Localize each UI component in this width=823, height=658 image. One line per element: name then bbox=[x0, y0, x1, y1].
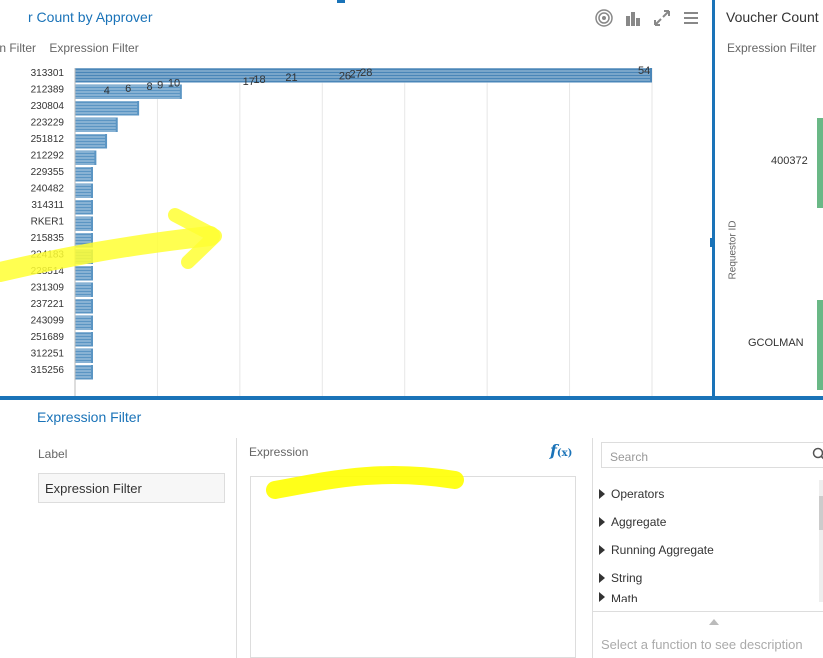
expand-arrow-icon bbox=[599, 489, 605, 499]
category-label: 312251 bbox=[31, 349, 65, 360]
category-label: 229355 bbox=[31, 167, 65, 178]
data-label: 4 bbox=[104, 85, 110, 97]
category-label: 224183 bbox=[31, 250, 65, 261]
expand-icon[interactable] bbox=[652, 8, 671, 27]
right-chart-panel: Voucher Count Expression Filter Requesto… bbox=[715, 0, 823, 396]
function-description: Select a function to see description bbox=[601, 637, 803, 652]
category-label: 212292 bbox=[31, 151, 65, 162]
expand-arrow-icon bbox=[599, 517, 605, 527]
chart-filter-tabs: ion Filter Expression Filter bbox=[0, 41, 149, 55]
data-label: 18 bbox=[253, 74, 265, 86]
label-input[interactable]: Expression Filter bbox=[38, 473, 225, 503]
function-list: Operators Aggregate Running Aggregate St… bbox=[599, 480, 714, 602]
right-chart-title: Voucher Count bbox=[726, 9, 819, 25]
function-category-math[interactable]: Math bbox=[599, 592, 714, 602]
editor-title: Expression Filter bbox=[37, 409, 142, 425]
data-label: 54 bbox=[638, 65, 650, 77]
function-category-operators[interactable]: Operators bbox=[599, 480, 714, 508]
expression-heading: Expression bbox=[249, 445, 309, 459]
bar-chart-icon[interactable] bbox=[623, 8, 642, 27]
chart-panel: r Count by Approver ion Filter Expressio… bbox=[0, 0, 712, 396]
data-label: 10 bbox=[168, 78, 180, 90]
category-label: 251812 bbox=[31, 134, 65, 145]
category-label: 228514 bbox=[31, 266, 65, 277]
description-divider bbox=[593, 611, 823, 612]
tab-expression-filter[interactable]: Expression Filter bbox=[49, 41, 138, 55]
category-label: 243099 bbox=[31, 316, 65, 327]
chart-toolbar bbox=[594, 8, 700, 27]
category-label: 315256 bbox=[31, 365, 65, 376]
category-label: 223229 bbox=[31, 118, 65, 129]
expand-arrow-icon bbox=[599, 573, 605, 583]
data-label: 6 bbox=[125, 83, 131, 95]
right-category-label: GCOLMAN bbox=[748, 337, 804, 349]
data-label: 9 bbox=[157, 79, 163, 91]
category-label: 237221 bbox=[31, 299, 65, 310]
right-category-label: 400372 bbox=[771, 155, 808, 167]
bar-chart: 313301 212389 230804 223229 251812 212292 2293… bbox=[31, 65, 653, 396]
category-label: 314311 bbox=[31, 200, 64, 211]
category-label: 251689 bbox=[31, 332, 65, 343]
category-label: 231309 bbox=[31, 283, 65, 294]
function-category-aggregate[interactable]: Aggregate bbox=[599, 508, 714, 536]
right-chart-bar[interactable] bbox=[817, 118, 823, 208]
function-panel: Search Operators Aggregate Running Aggre… bbox=[592, 438, 823, 658]
requestor-axis-label: Requestor ID bbox=[727, 220, 739, 280]
label-heading: Label bbox=[38, 447, 68, 461]
search-icon[interactable] bbox=[812, 447, 823, 461]
top-resize-handle[interactable] bbox=[337, 0, 345, 3]
category-label: RKER1 bbox=[31, 217, 65, 228]
collapse-up-icon[interactable] bbox=[709, 619, 719, 625]
data-label: 28 bbox=[360, 67, 372, 79]
menu-icon[interactable] bbox=[681, 8, 700, 27]
right-chart-bar[interactable] bbox=[817, 300, 823, 390]
category-label: 212389 bbox=[31, 85, 65, 96]
function-icon[interactable]: f(x) bbox=[550, 441, 572, 460]
expand-arrow-icon bbox=[599, 592, 605, 602]
function-category-string[interactable]: String bbox=[599, 564, 714, 592]
function-category-running-aggregate[interactable]: Running Aggregate bbox=[599, 536, 714, 564]
horizontal-splitter[interactable] bbox=[0, 396, 823, 400]
data-label: 27 bbox=[350, 69, 362, 81]
data-label: 26 bbox=[339, 70, 351, 82]
category-label: 313301 bbox=[31, 68, 65, 79]
category-label: 240482 bbox=[31, 184, 65, 195]
data-label: 17 bbox=[243, 76, 255, 88]
data-label: 8 bbox=[146, 81, 152, 93]
chart-title: r Count by Approver bbox=[28, 9, 153, 25]
function-search-input[interactable]: Search bbox=[601, 442, 823, 468]
category-label: 230804 bbox=[31, 101, 65, 112]
right-chart-filter-tab[interactable]: Expression Filter bbox=[727, 41, 816, 55]
column-divider bbox=[236, 438, 237, 658]
function-list-scroll-thumb[interactable] bbox=[819, 496, 823, 530]
expand-arrow-icon bbox=[599, 545, 605, 555]
expression-input[interactable] bbox=[250, 476, 576, 658]
tab-filter[interactable]: ion Filter bbox=[0, 41, 36, 55]
target-icon[interactable] bbox=[594, 8, 613, 27]
data-label: 21 bbox=[285, 72, 297, 84]
category-label: 215835 bbox=[31, 233, 65, 244]
